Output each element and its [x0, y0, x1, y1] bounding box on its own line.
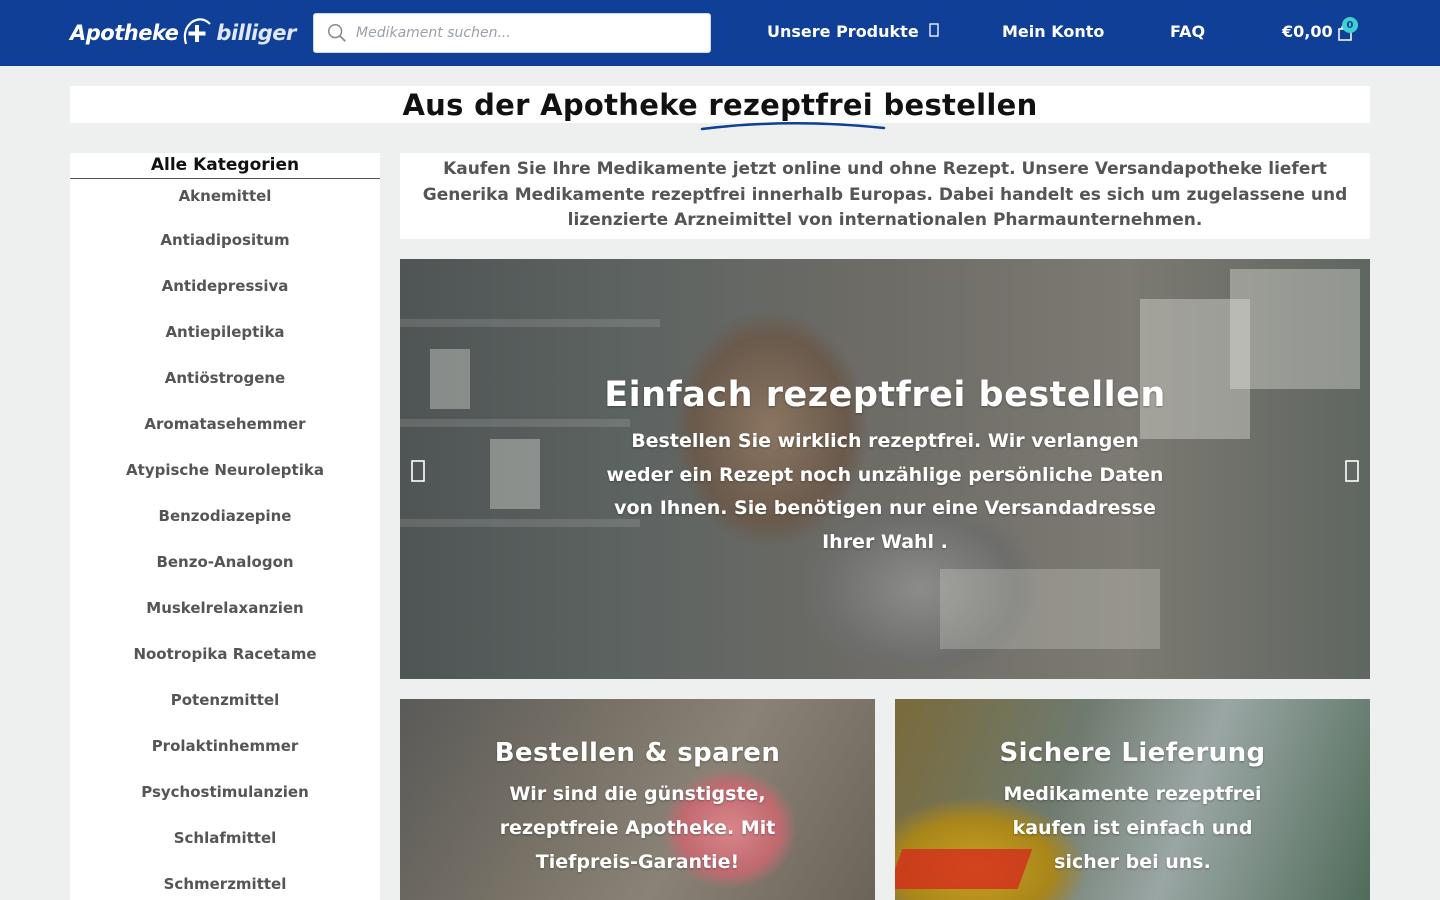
sidebar-item-psychostimulanzien[interactable]: Psychostimulanzien	[70, 770, 380, 816]
card-text: Wir sind die günstigste, rezeptfreie Apo…	[499, 783, 776, 873]
sidebar-item-antidepressiva[interactable]: Antidepressiva	[70, 264, 380, 310]
sidebar-item-atypische-neuroleptika[interactable]: Atypische Neuroleptika	[70, 448, 380, 494]
slider-text: Bestellen Sie wirklich rezeptfrei. Wir v…	[606, 430, 1164, 553]
chevron-down-icon	[929, 22, 939, 41]
hero-slider: Einfach rezeptfrei bestellen Bestellen S…	[400, 259, 1370, 679]
nav-products-label: Unsere Produkte	[767, 22, 919, 41]
card-heading: Bestellen & sparen	[494, 738, 781, 768]
background-shelf	[400, 319, 660, 327]
cart-count-badge: 0	[1342, 17, 1358, 33]
card-heading: Sichere Lieferung	[999, 738, 1266, 768]
logo-plus-icon	[180, 16, 214, 50]
search-box	[313, 13, 711, 53]
site-header: Apotheke billiger Unsere Produkte Mein K…	[0, 0, 1440, 66]
nav-account[interactable]: Mein Konto	[1002, 22, 1104, 41]
sidebar-item-benzo-analogon[interactable]: Benzo-Analogon	[70, 540, 380, 586]
category-sidebar: Alle Kategorien Aknemittel Antiadipositu…	[70, 153, 380, 900]
sidebar-item-potenzmittel[interactable]: Potenzmittel	[70, 678, 380, 724]
sidebar-item-aknemittel[interactable]: Aknemittel	[70, 174, 380, 218]
logo-text-billiger: billiger	[216, 21, 296, 45]
background-box	[940, 569, 1160, 649]
background-box	[1230, 269, 1360, 389]
sidebar-item-nootropika-racetame[interactable]: Nootropika Racetame	[70, 632, 380, 678]
title-underline-decoration	[700, 122, 886, 131]
feature-card-delivery[interactable]: Sichere Lieferung Medikamente rezeptfrei…	[895, 699, 1370, 900]
sidebar-item-antiepileptika[interactable]: Antiepileptika	[70, 310, 380, 356]
nav-products[interactable]: Unsere Produkte	[767, 22, 939, 41]
nav-faq[interactable]: FAQ	[1170, 22, 1205, 41]
sidebar-item-prolaktinhemmer[interactable]: Prolaktinhemmer	[70, 724, 380, 770]
sidebar-item-muskelrelaxanzien[interactable]: Muskelrelaxanzien	[70, 586, 380, 632]
sidebar-item-benzodiazepine[interactable]: Benzodiazepine	[70, 494, 380, 540]
sidebar-item-antiadipositum[interactable]: Antiadipositum	[70, 218, 380, 264]
slider-heading: Einfach rezeptfrei bestellen	[604, 375, 1166, 415]
intro-text: Kaufen Sie Ihre Medikamente jetzt online…	[400, 153, 1370, 239]
site-logo[interactable]: Apotheke billiger	[70, 13, 296, 53]
logo-text-apotheke: Apotheke	[70, 21, 179, 45]
sidebar-item-aromatasehemmer[interactable]: Aromatasehemmer	[70, 402, 380, 448]
search-input[interactable]	[356, 14, 710, 52]
slider-content: Einfach rezeptfrei bestellen Bestellen S…	[400, 375, 1370, 559]
search-icon[interactable]	[326, 22, 348, 44]
cart-total: €0,00	[1282, 22, 1333, 41]
feature-card-savings[interactable]: Bestellen & sparen Wir sind die günstigs…	[400, 699, 875, 900]
sidebar-item-antioestrogene[interactable]: Antiöstrogene	[70, 356, 380, 402]
sidebar-item-schlafmittel[interactable]: Schlafmittel	[70, 816, 380, 862]
category-list: Aknemittel Antiadipositum Antidepressiva…	[70, 174, 380, 900]
card-text: Medikamente rezeptfrei kaufen ist einfac…	[1003, 783, 1262, 873]
sidebar-item-schmerzmittel[interactable]: Schmerzmittel	[70, 862, 380, 900]
